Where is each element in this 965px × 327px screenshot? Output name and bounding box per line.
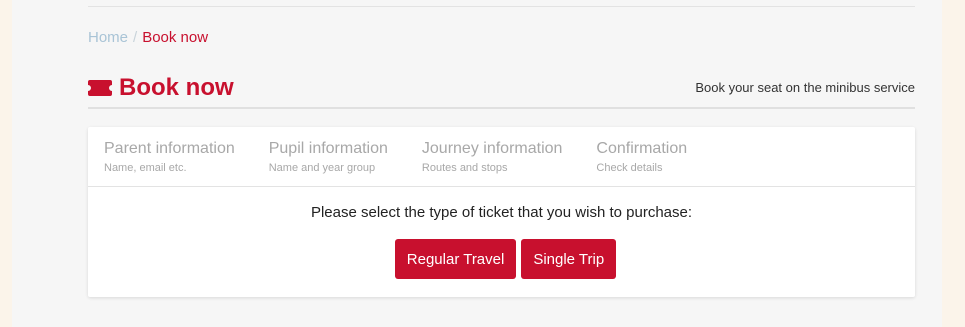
booking-card: Parent information Name, email etc. Pupi… — [88, 127, 915, 297]
step-title: Parent information — [104, 140, 235, 157]
step-pupil-information[interactable]: Pupil information Name and year group — [269, 127, 388, 186]
step-wizard: Parent information Name, email etc. Pupi… — [88, 127, 915, 187]
ticket-type-buttons: Regular Travel Single Trip — [88, 239, 915, 279]
ticket-icon — [88, 80, 112, 96]
header-divider — [88, 107, 915, 109]
divider — [88, 6, 915, 7]
step-description: Routes and stops — [421, 162, 508, 174]
step-parent-information[interactable]: Parent information Name, email etc. — [104, 127, 235, 186]
page-subtitle: Book your seat on the minibus service — [695, 80, 915, 95]
breadcrumb: Home / Book now — [88, 29, 208, 47]
step-description: Name and year group — [268, 162, 376, 174]
page-title: Book now — [119, 74, 234, 101]
step-journey-information[interactable]: Journey information Routes and stops — [422, 127, 563, 186]
ticket-type-prompt: Please select the type of ticket that yo… — [310, 204, 693, 221]
breadcrumb-current: Book now — [142, 29, 209, 46]
step-title: Pupil information — [268, 140, 388, 157]
breadcrumb-separator: / — [133, 29, 138, 46]
step-title: Confirmation — [596, 140, 688, 157]
page-header: Book now — [88, 74, 234, 102]
regular-travel-button[interactable]: Regular Travel — [394, 239, 517, 279]
single-trip-button[interactable]: Single Trip — [521, 239, 617, 279]
step-description: Name, email etc. — [104, 162, 187, 174]
step-description: Check details — [596, 162, 663, 174]
step-confirmation[interactable]: Confirmation Check details — [596, 127, 687, 186]
step-title: Journey information — [421, 140, 563, 157]
breadcrumb-home-link[interactable]: Home — [88, 29, 128, 46]
